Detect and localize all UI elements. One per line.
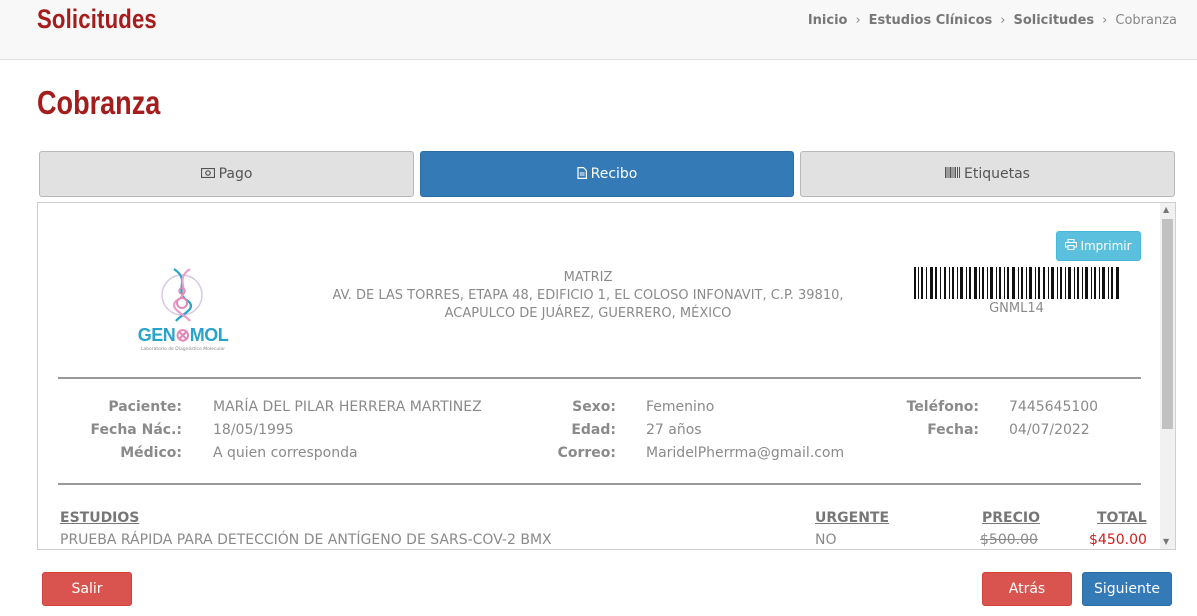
address-line: ACAPULCO DE JUÁREZ, GUERRERO, MÉXICO [444,306,732,321]
genomol-logo: GEN⊗MOL Laboratorio de Diagnóstico Molec… [128,265,238,365]
col-precio: PRECIO [982,510,1040,526]
scrollbar-thumb[interactable] [1162,219,1173,429]
tab-recibo-label: Recibo [590,166,638,182]
next-row-peek [60,549,1140,550]
fecha-nac-label: Fecha Nác.: [90,422,182,438]
print-label: Imprimir [1080,239,1132,253]
estudio-cell: PRUEBA RÁPIDA PARA DETECCIÓN DE ANTÍGENO… [60,532,552,548]
money-icon [200,167,215,181]
divider [58,377,1141,379]
chevron-right-icon: › [1102,13,1108,28]
edad-value: 27 años [646,422,702,438]
edad-label: Edad: [571,422,616,438]
top-bar: Solicitudes Inicio › Estudios Clínicos ›… [0,0,1197,60]
breadcrumb-solicitudes[interactable]: Solicitudes [1013,13,1094,28]
medico-value: A quien corresponda [213,445,358,461]
page-title: Cobranza [37,84,161,121]
siguiente-button[interactable]: Siguiente [1082,572,1172,606]
breadcrumb: Inicio › Estudios Clínicos › Solicitudes… [808,13,1177,28]
correo-value: MaridelPherrma@gmail.com [646,445,845,461]
barcode-text: GNML14 [989,301,1044,316]
sexo-value: Femenino [646,399,715,415]
scroll-down-icon[interactable]: ▼ [1163,537,1169,546]
paciente-value: MARÍA DEL PILAR HERRERA MARTINEZ [213,399,482,415]
precio-cell: $500.00 [980,532,1038,548]
medico-label: Médico: [120,445,182,461]
file-text-icon [577,166,587,182]
telefono-label: Teléfono: [906,399,979,415]
chevron-right-icon: › [855,13,861,28]
breadcrumb-current: Cobranza [1115,13,1177,28]
col-total: TOTAL [1097,510,1147,526]
address-line: MATRIZ [563,270,613,285]
correo-label: Correo: [557,445,616,461]
breadcrumb-estudios-clinicos[interactable]: Estudios Clínicos [869,13,993,28]
chevron-right-icon: › [1000,13,1006,28]
tab-recibo[interactable]: Recibo [420,151,794,197]
breadcrumb-inicio[interactable]: Inicio [808,13,848,28]
paciente-label: Paciente: [108,399,182,415]
col-estudios: ESTUDIOS [60,510,140,526]
col-urgente: URGENTE [815,510,890,526]
receipt-panel: Imprimir GEN⊗MOL Laboratorio de Diagnóst… [37,202,1176,550]
receipt-scrollbar[interactable]: ▲ ▼ [1160,203,1175,549]
fecha-nac-value: 18/05/1995 [213,422,294,438]
app-title: Solicitudes [37,4,157,34]
salir-button[interactable]: Salir [42,572,132,606]
logo-subtitle: Laboratorio de Diagnóstico Molecular [140,347,226,352]
print-button[interactable]: Imprimir [1056,231,1141,261]
barcode-icon [945,167,961,181]
tab-etiquetas[interactable]: Etiquetas [800,151,1175,197]
tab-etiquetas-label: Etiquetas [964,166,1030,182]
total-cell: $450.00 [1089,532,1147,548]
barcode-image [914,267,1119,299]
urgente-cell: NO [815,532,837,548]
scroll-up-icon[interactable]: ▲ [1163,205,1169,214]
telefono-value: 7445645100 [1009,399,1099,415]
logo-text: GEN⊗MOL [137,325,229,345]
address-line: AV. DE LAS TORRES, ETAPA 48, EDIFICIO 1,… [332,288,844,303]
divider [58,483,1141,485]
fecha-label: Fecha: [927,422,979,438]
tab-pago[interactable]: Pago [39,151,414,197]
sexo-label: Sexo: [572,399,616,415]
fecha-value: 04/07/2022 [1009,422,1090,438]
tab-pago-label: Pago [218,166,253,182]
printer-icon [1065,239,1078,253]
atras-button[interactable]: Atrás [982,572,1072,606]
lab-address: MATRIZ AV. DE LAS TORRES, ETAPA 48, EDIF… [318,269,858,323]
